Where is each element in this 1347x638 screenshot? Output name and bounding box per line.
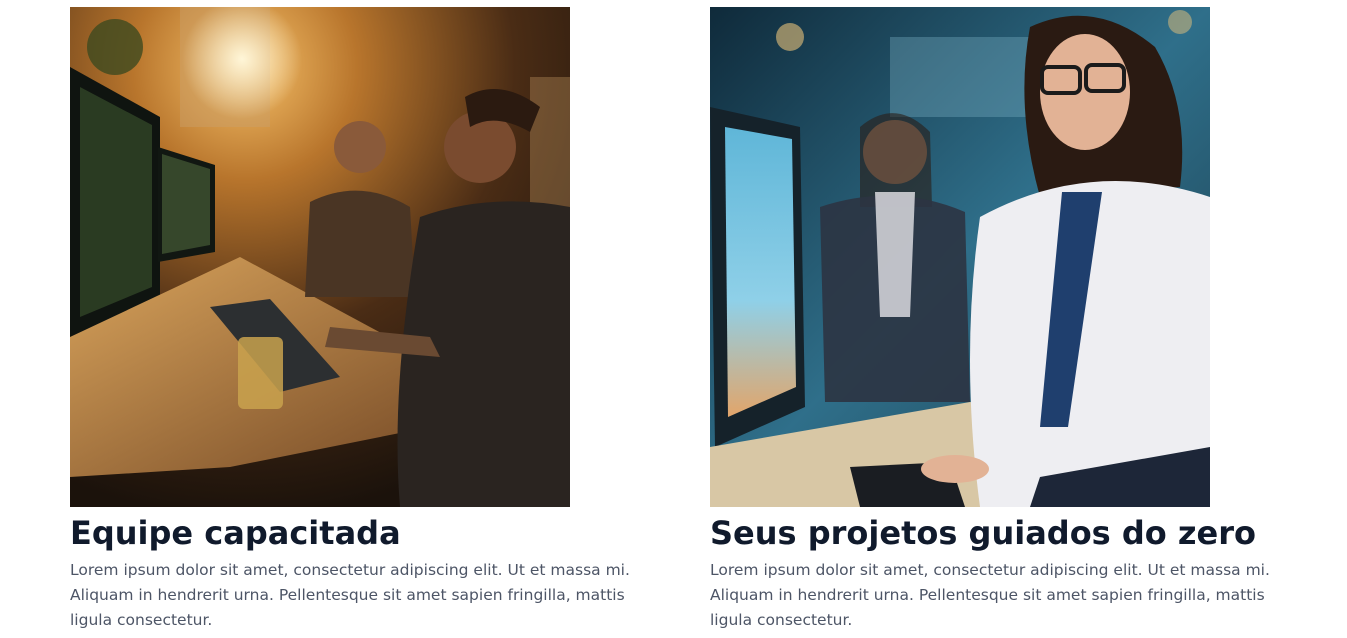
feature-card-guided-projects: Seus projetos guiados do zero Lorem ipsu… [710, 7, 1310, 633]
card-description: Lorem ipsum dolor sit amet, consectetur … [710, 561, 1270, 629]
guide-photo-icon [710, 7, 1210, 507]
feature-card-team: Equipe capacitada Lorem ipsum dolor sit … [70, 7, 670, 633]
card-title: Equipe capacitada [70, 514, 401, 552]
team-photo-icon [70, 7, 570, 507]
card-title: Seus projetos guiados do zero [710, 514, 1256, 552]
page: Equipe capacitada Lorem ipsum dolor sit … [0, 0, 1347, 638]
card-description: Lorem ipsum dolor sit amet, consectetur … [70, 561, 630, 629]
